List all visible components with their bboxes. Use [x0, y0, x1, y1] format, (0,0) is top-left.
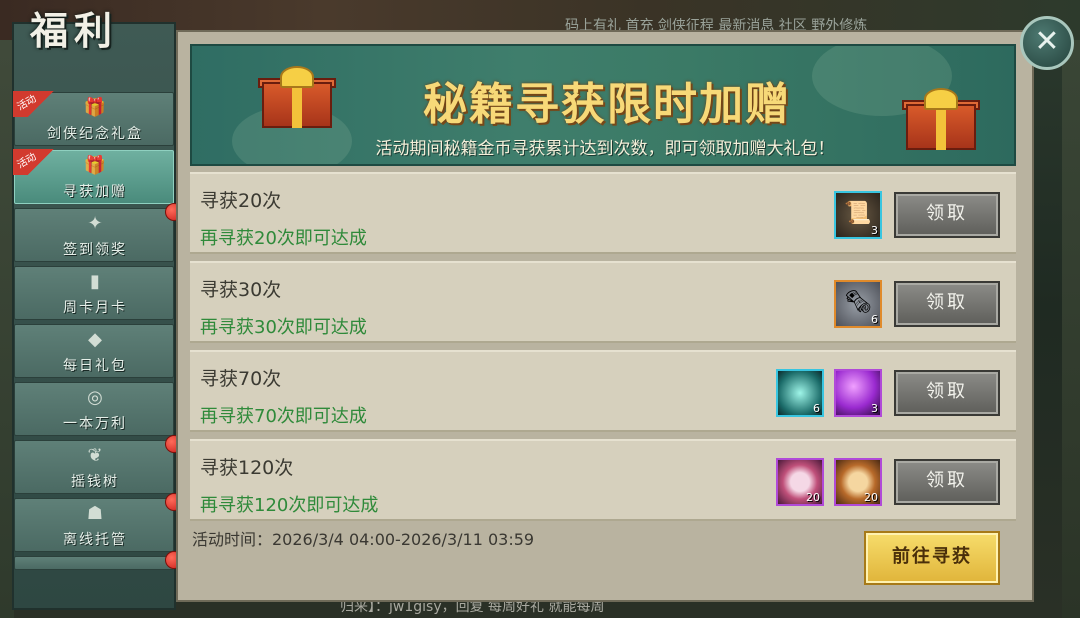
- jade-orb-icon[interactable]: 6: [776, 369, 824, 417]
- event-tag-label: 活动: [15, 151, 39, 171]
- window-title: 福利: [30, 8, 119, 53]
- sidebar-item-label: 签到领奖: [63, 242, 127, 258]
- reward-status: 再寻获120次即可达成: [200, 495, 379, 516]
- reward-status: 再寻获20次即可达成: [200, 228, 367, 249]
- sidebar-item-icon: 🎁: [83, 155, 107, 176]
- reward-row: 寻获120次再寻获120次即可达成 20 20 领取: [190, 439, 1016, 521]
- item-count: 3: [871, 402, 878, 415]
- item-count: 20: [864, 491, 878, 504]
- reward-title: 寻获20次: [200, 190, 282, 212]
- reward-title: 寻获30次: [200, 279, 282, 301]
- sidebar-item-icon: ✦: [87, 213, 103, 234]
- claim-button[interactable]: 领取: [894, 281, 1000, 327]
- claim-button[interactable]: 领取: [894, 192, 1000, 238]
- sidebar-item-icon: ◎: [87, 387, 103, 408]
- sidebar-item[interactable]: ✦ 签到领奖: [14, 203, 183, 262]
- parchment-icon[interactable]: 🗞 6: [834, 280, 882, 328]
- banner-title: 秘籍寻获限时加赠: [423, 79, 791, 130]
- event-tag-label: 活动: [15, 93, 39, 113]
- gold-mirror-icon[interactable]: 20: [834, 458, 882, 506]
- reward-title: 寻获70次: [200, 368, 282, 390]
- sidebar-item-icon: ❦: [87, 445, 103, 466]
- event-tag: 活动: [13, 149, 55, 175]
- item-count: 6: [871, 313, 878, 326]
- item-glyph: 📜: [844, 201, 872, 226]
- purple-orb-icon[interactable]: 3: [834, 369, 882, 417]
- reward-row: 寻获30次再寻获30次即可达成 🗞 6 领取: [190, 261, 1016, 343]
- claim-button[interactable]: 领取: [894, 370, 1000, 416]
- sidebar-item[interactable]: ▮ 周卡月卡: [14, 266, 174, 320]
- reward-row: 寻获20次再寻获20次即可达成 📜 3 领取: [190, 172, 1016, 254]
- sidebar-item[interactable]: ☗ 离线托管: [14, 493, 183, 552]
- claim-button[interactable]: 领取: [894, 459, 1000, 505]
- sidebar-item[interactable]: ◆ 每日礼包: [14, 324, 174, 378]
- sidebar-item[interactable]: ◎ 一本万利: [14, 382, 174, 436]
- reward-status: 再寻获70次即可达成: [200, 406, 367, 427]
- reward-title: 寻获120次: [200, 457, 294, 479]
- event-banner: 秘籍寻获限时加赠 活动期间秘籍金币寻获累计达到次数，即可领取加赠大礼包！: [190, 44, 1016, 166]
- sidebar-item-icon: ◆: [88, 329, 102, 350]
- reward-status: 再寻获30次即可达成: [200, 317, 367, 338]
- sidebar-item-icon: 🎁: [83, 97, 107, 118]
- close-button[interactable]: ✕: [1020, 16, 1074, 70]
- sidebar-item[interactable]: 🎁 寻获加赠 活动: [13, 149, 174, 204]
- go-search-button[interactable]: 前往寻获: [864, 531, 1000, 585]
- item-count: 6: [813, 402, 820, 415]
- gift-box-icon: [258, 66, 336, 128]
- sidebar-item[interactable]: 🎁 剑侠纪念礼盒 活动: [13, 91, 174, 146]
- item-count: 3: [871, 224, 878, 237]
- sidebar-item-label: 剑侠纪念礼盒: [47, 126, 143, 142]
- sidebar-item-label: 摇钱树: [71, 474, 119, 490]
- reward-row: 寻获70次再寻获70次即可达成 6 3 领取: [190, 350, 1016, 432]
- sidebar-item[interactable]: ❦ 摇钱树: [14, 435, 183, 494]
- sidebar-item-label: 一本万利: [63, 416, 127, 432]
- scroll-icon[interactable]: 📜 3: [834, 191, 882, 239]
- sidebar-item-label: 离线托管: [63, 532, 127, 548]
- event-tag: 活动: [13, 91, 55, 117]
- game-background-right: [1062, 40, 1080, 618]
- event-time: 活动时间：2026/3/4 04:00-2026/3/11 03:59: [192, 530, 535, 549]
- close-icon: ✕: [1034, 24, 1060, 59]
- sidebar-item-icon: ▮: [90, 271, 100, 292]
- sidebar-item-label: 每日礼包: [63, 358, 127, 374]
- banner-subtitle: 活动期间秘籍金币寻获累计达到次数，即可领取加赠大礼包！: [375, 139, 835, 159]
- item-count: 20: [806, 491, 820, 504]
- sidebar-item[interactable]: [14, 551, 183, 570]
- item-glyph: 🗞: [844, 290, 872, 315]
- sidebar-item-icon: ☗: [86, 503, 104, 524]
- pink-mirror-icon[interactable]: 20: [776, 458, 824, 506]
- sidebar-item-label: 寻获加赠: [63, 184, 127, 200]
- sidebar-item-label: 周卡月卡: [63, 300, 127, 316]
